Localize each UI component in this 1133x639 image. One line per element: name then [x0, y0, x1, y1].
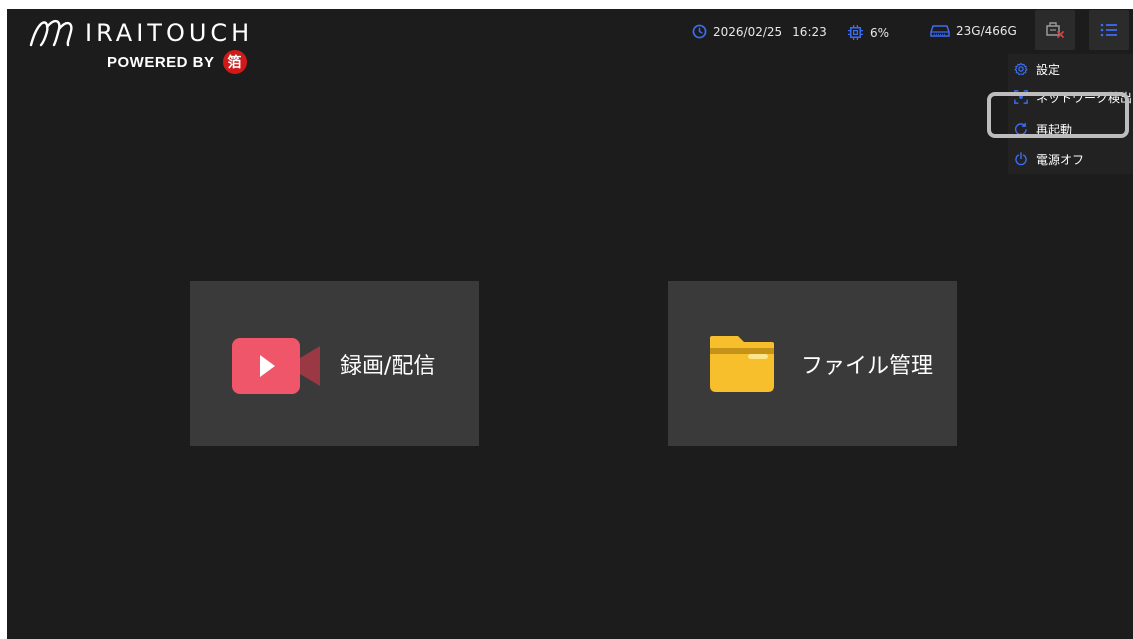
folder-icon: [710, 335, 774, 392]
time-text: 16:23: [792, 24, 827, 39]
brand-logo: IRAITOUCH POWERED BY 箔: [27, 17, 253, 74]
date-text: 2026/02/25: [713, 24, 783, 39]
gear-icon: [1014, 62, 1028, 76]
storage-text: 23G/466G: [956, 24, 1017, 38]
video-camera-icon: [232, 337, 320, 394]
cpu-usage-text: 6%: [870, 25, 890, 40]
powered-by: POWERED BY 箔: [107, 50, 253, 74]
menu-item-settings[interactable]: 設定: [1008, 56, 1133, 82]
selection-highlight: [987, 92, 1129, 138]
device-status-button[interactable]: [1035, 10, 1075, 50]
file-management-label: ファイル管理: [801, 353, 934, 379]
hard-drive-icon: [930, 25, 950, 37]
menu-item-power-off[interactable]: 電源オフ: [1008, 146, 1133, 172]
file-management-card[interactable]: ファイル管理: [668, 281, 957, 446]
menu-item-label: 設定: [1036, 62, 1061, 77]
power-icon: [1015, 152, 1027, 166]
record-stream-label: 録画/配信: [340, 353, 436, 379]
list-menu-icon: [1100, 23, 1117, 37]
cpu-status: 6%: [847, 24, 889, 41]
logo-main: IRAITOUCH: [27, 17, 253, 49]
record-stream-card[interactable]: 録画/配信: [190, 281, 479, 446]
brand-seal-icon: 箔: [222, 50, 247, 74]
menu-item-label: 電源オフ: [1036, 152, 1085, 167]
cpu-chip-icon: [847, 24, 864, 41]
storage-status: 23G/466G: [930, 24, 1017, 38]
menu-button[interactable]: [1089, 10, 1129, 50]
brand-name: IRAITOUCH: [85, 19, 254, 47]
powered-by-text: POWERED BY: [107, 53, 215, 71]
device-disconnected-icon: [1046, 22, 1064, 38]
datetime-status: 2026/02/25 16:23: [692, 24, 827, 39]
mirai-m-glyph-icon: [29, 19, 73, 47]
clock-icon: [692, 24, 707, 39]
app-screen: IRAITOUCH POWERED BY 箔 2026/02/25 16:23 …: [7, 9, 1133, 639]
